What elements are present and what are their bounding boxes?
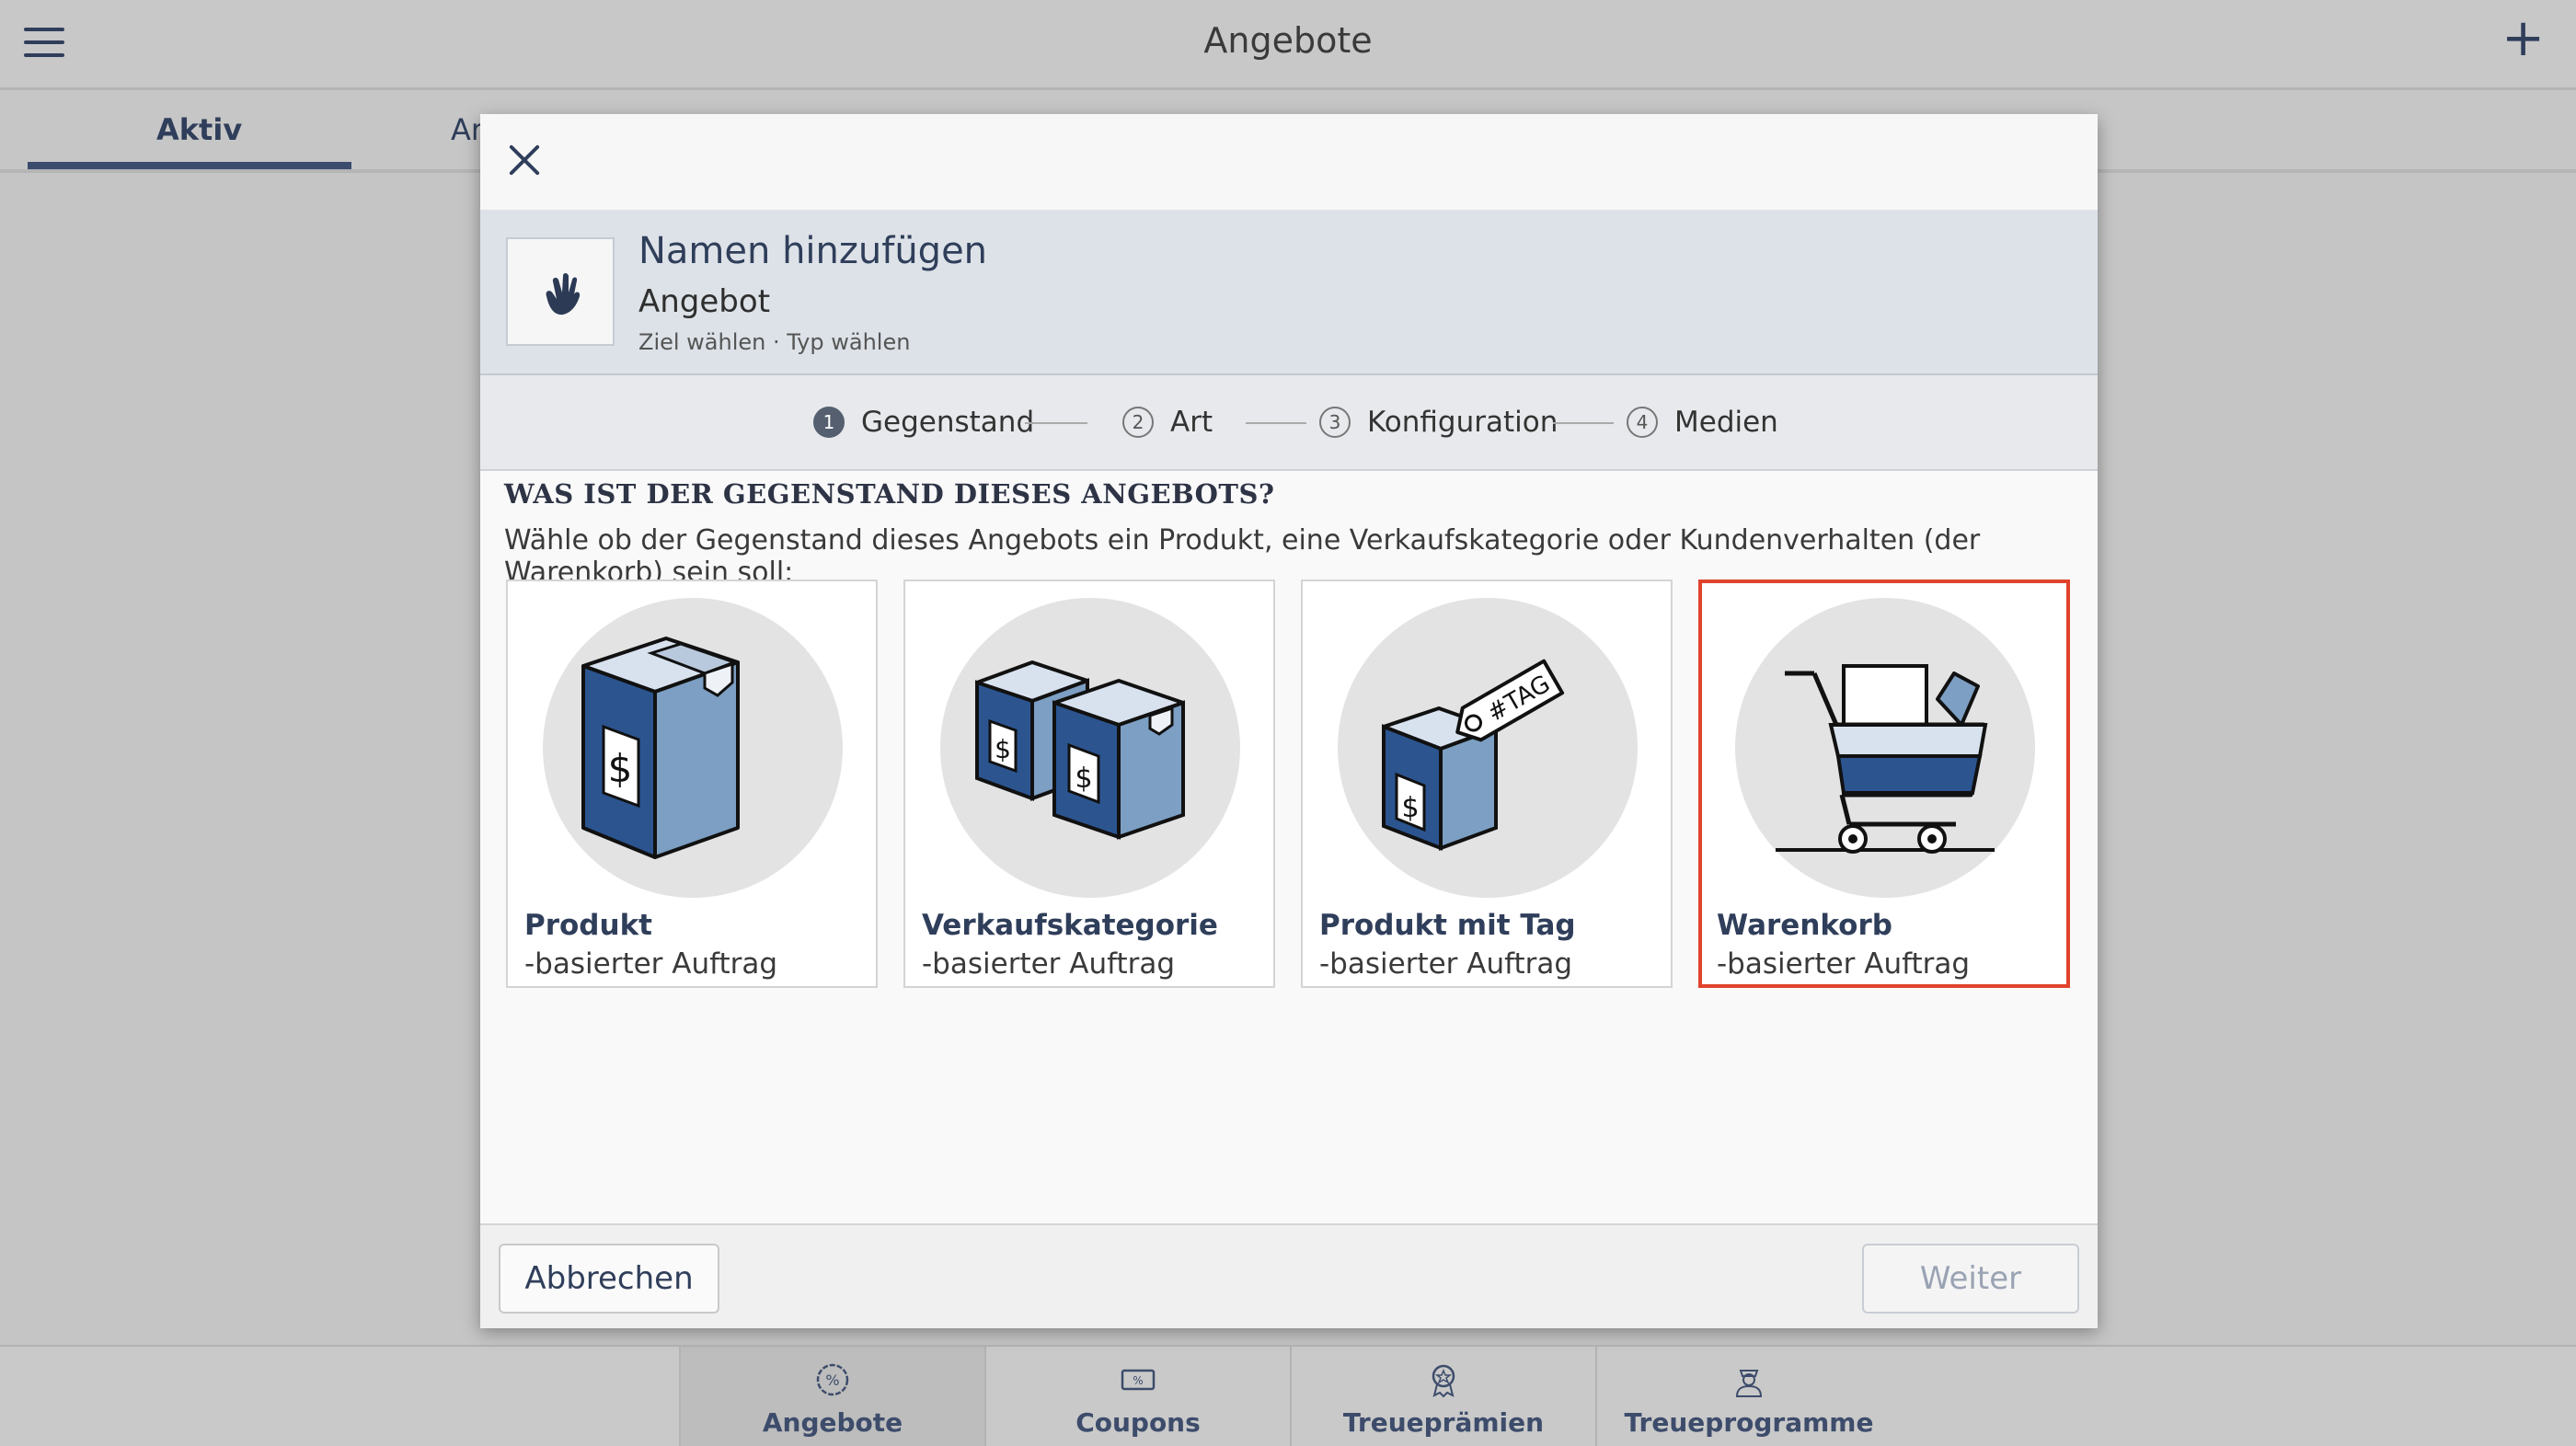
svg-text:$: $ — [995, 734, 1011, 764]
card-subtitle: -basierter Auftrag — [922, 947, 1176, 981]
svg-text:$: $ — [1401, 792, 1419, 824]
svg-text:%: % — [1133, 1374, 1143, 1387]
page-title: Angebote — [1203, 20, 1373, 61]
dialog-header: Namen hinzufügen Angebot Ziel wählen · T… — [480, 210, 2098, 375]
percent-badge-icon: % — [816, 1363, 849, 1396]
next-button[interactable]: Weiter — [1862, 1244, 2079, 1314]
step-connector — [1246, 422, 1306, 424]
step-konfiguration: 3 Konfiguration — [1319, 375, 1558, 469]
step-number: 1 — [813, 407, 845, 438]
step-gegenstand: 1 Gegenstand — [813, 375, 1034, 469]
nav-item-treueprogramme[interactable]: Treueprogramme — [1595, 1347, 1901, 1446]
step-number: 4 — [1627, 407, 1658, 438]
breadcrumb: Ziel wählen · Typ wählen — [638, 329, 911, 355]
step-number: 2 — [1122, 407, 1154, 438]
card-subtitle: -basierter Auftrag — [524, 947, 778, 981]
nav-label-coupons: Coupons — [1075, 1407, 1201, 1438]
section-heading: WAS IST DER GEGENSTAND DIESES ANGEBOTS? — [504, 478, 1275, 510]
person-badge-icon — [1735, 1370, 1763, 1397]
option-card-verkaufskategorie[interactable]: $ $ Verkaufskategorie -basierter Auftrag — [903, 580, 1275, 988]
bottom-navigation: % Angebote % Coupons Treueprämien Treuep… — [0, 1345, 2576, 1446]
step-art: 2 Art — [1122, 375, 1213, 469]
shopping-cart-icon — [1776, 664, 1995, 854]
step-label: Medien — [1674, 406, 1778, 439]
step-label: Art — [1170, 406, 1213, 439]
nav-item-angebote[interactable]: % Angebote — [679, 1347, 984, 1446]
nav-label-treueprogramme: Treueprogramme — [1624, 1407, 1874, 1438]
step-connector — [1553, 422, 1614, 424]
card-subtitle: -basierter Auftrag — [1717, 947, 1971, 981]
dialog-subtitle: Angebot — [638, 283, 771, 320]
card-title: Produkt — [524, 909, 653, 942]
card-subtitle: -basierter Auftrag — [1319, 947, 1573, 981]
cancel-button[interactable]: Abbrechen — [499, 1244, 719, 1314]
close-icon[interactable] — [508, 143, 541, 177]
nav-item-coupons[interactable]: % Coupons — [984, 1347, 1290, 1446]
dialog-top-bar — [480, 114, 2098, 210]
tab-second[interactable]: Ar — [451, 112, 483, 147]
app-top-bar: Angebote + — [0, 0, 2576, 90]
card-title: Verkaufskategorie — [922, 909, 1218, 942]
product-box-icon: $ — [581, 637, 740, 859]
nav-label-treuepraemien: Treueprämien — [1342, 1407, 1545, 1438]
dialog-title: Namen hinzufügen — [638, 230, 988, 272]
nav-label-angebote: Angebote — [762, 1407, 903, 1438]
card-title: Warenkorb — [1717, 909, 1892, 942]
category-boxes-icon: $ $ — [975, 660, 1185, 840]
tagged-product-icon: $ #TAG — [1382, 659, 1565, 851]
option-card-produkt-mit-tag[interactable]: $ #TAG Produkt mit Tag -basierter Auftra… — [1301, 580, 1673, 988]
add-icon[interactable]: + — [2501, 13, 2545, 64]
wizard-stepper: 1 Gegenstand 2 Art 3 Konfiguration 4 Med… — [480, 375, 2098, 471]
dialog-footer: Abbrechen Weiter — [480, 1223, 2098, 1328]
hand-icon — [506, 237, 615, 346]
nav-item-treuepraemien[interactable]: Treueprämien — [1290, 1347, 1595, 1446]
svg-text:%: % — [825, 1371, 839, 1389]
step-connector — [1025, 422, 1087, 424]
offer-wizard-dialog: Namen hinzufügen Angebot Ziel wählen · T… — [480, 114, 2098, 1328]
coupon-icon: % — [1121, 1369, 1156, 1391]
svg-text:$: $ — [1075, 763, 1092, 795]
step-label: Konfiguration — [1367, 406, 1558, 439]
award-icon — [1432, 1364, 1455, 1398]
step-number: 3 — [1319, 407, 1351, 438]
tab-aktiv[interactable]: Aktiv — [156, 112, 242, 147]
step-medien: 4 Medien — [1627, 375, 1778, 469]
step-label: Gegenstand — [861, 406, 1035, 439]
card-title: Produkt mit Tag — [1319, 909, 1576, 942]
tab-active-indicator — [28, 162, 351, 169]
option-card-produkt[interactable]: $ Produkt -basierter Auftrag — [506, 580, 878, 988]
svg-text:$: $ — [608, 746, 633, 791]
option-card-warenkorb[interactable]: Warenkorb -basierter Auftrag — [1698, 580, 2070, 988]
